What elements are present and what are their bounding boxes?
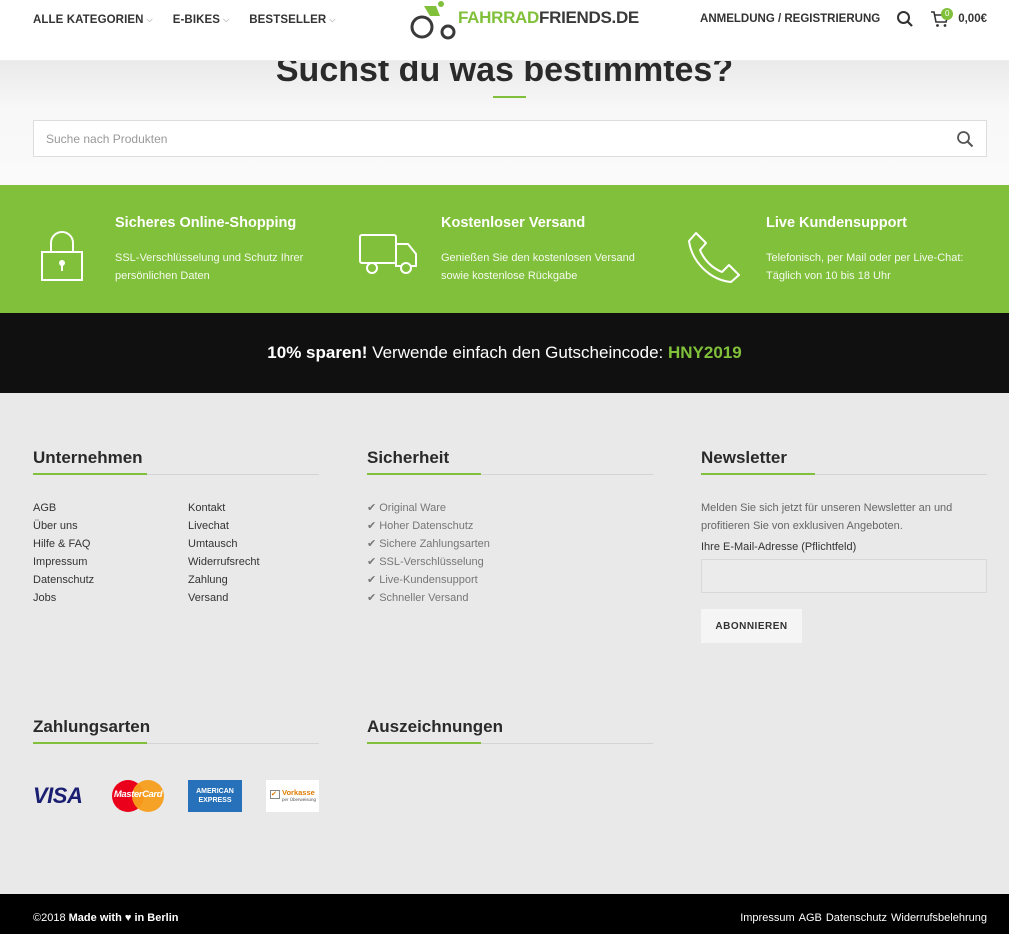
phone-icon (688, 232, 740, 283)
copyright: ©2018 Made with ♥ in Berlin (33, 912, 179, 924)
features-band: Sicheres Online-Shopping SSL-Verschlüsse… (0, 185, 1009, 313)
nav-bestseller[interactable]: BESTSELLER ⌵ (249, 14, 335, 26)
footer-link-impressum[interactable]: Impressum (33, 553, 188, 571)
search-submit-button[interactable] (956, 130, 974, 148)
logo-text: FAHRRADFRIENDS.DE (458, 8, 639, 27)
coupon-code: HNY2019 (668, 343, 742, 362)
footer-link-exchange[interactable]: Umtausch (188, 535, 260, 553)
feature-secure-shopping: Sicheres Online-Shopping SSL-Verschlüsse… (0, 185, 336, 313)
chevron-down-icon: ⌵ (329, 15, 336, 24)
checkmark-icon: ✔ (367, 574, 377, 586)
coupon-banner: 10% sparen! Verwende einfach den Gutsche… (0, 313, 1009, 393)
footer-link-shipping[interactable]: Versand (188, 589, 260, 607)
bottom-link-agb[interactable]: AGB (799, 912, 822, 924)
list-item: ✔ SSL-Verschlüsselung (367, 556, 484, 568)
email-label: Ihre E-Mail-Adresse (Pflichtfeld) (701, 541, 857, 553)
section-divider (33, 742, 319, 744)
search-icon (957, 131, 974, 148)
legal-links: Impressum AGB Datenschutz Widerrufsbeleh… (740, 912, 987, 924)
footer-link-livechat[interactable]: Livechat (188, 517, 260, 535)
checkmark-icon: ✔ (367, 520, 377, 532)
site-footer: Unternehmen AGB Über uns Hilfe & FAQ Imp… (0, 393, 1009, 894)
list-item: ✔ Hoher Datenschutz (367, 520, 474, 532)
amex-logo: AMERICAN EXPRESS (188, 780, 242, 812)
list-item: ✔ Original Ware (367, 502, 447, 514)
header-actions: ANMELDUNG / REGISTRIERUNG 0 0,00€ (700, 8, 987, 28)
bottom-link-datenschutz[interactable]: Datenschutz (826, 912, 887, 924)
bottom-link-impressum[interactable]: Impressum (740, 912, 794, 924)
footer-link-about[interactable]: Über uns (33, 517, 188, 535)
product-search-input[interactable] (34, 121, 914, 156)
footer-company: Unternehmen AGB Über uns Hilfe & FAQ Imp… (33, 448, 319, 607)
footer-link-contact[interactable]: Kontakt (188, 499, 260, 517)
footer-link-jobs[interactable]: Jobs (33, 589, 188, 607)
nav-e-bikes[interactable]: E-BIKES ⌵ (173, 14, 230, 26)
main-nav: ALLE KATEGORIEN ⌵ E-BIKES ⌵ BESTSELLER ⌵ (33, 14, 335, 26)
footer-link-withdrawal[interactable]: Widerrufsrecht (188, 553, 260, 571)
nav-all-categories[interactable]: ALLE KATEGORIEN ⌵ (33, 14, 153, 26)
bottom-link-widerrufsbelehrung[interactable]: Widerrufsbelehrung (891, 912, 987, 924)
site-logo[interactable]: FAHRRADFRIENDS.DE (410, 0, 639, 44)
search-title: Suchst du was bestimmtes? (275, 61, 734, 89)
footer-link-agb[interactable]: AGB (33, 499, 188, 517)
lock-icon (41, 231, 83, 281)
checkmark-icon: ✔ (367, 592, 377, 604)
list-item: ✔ Sichere Zahlungsarten (367, 538, 490, 550)
footer-payments: Zahlungsarten VISA MasterCard AMERICAN E… (33, 717, 319, 812)
footer-link-help-faq[interactable]: Hilfe & FAQ (33, 535, 188, 553)
section-divider (367, 473, 653, 475)
footer-awards: Auszeichnungen (367, 717, 653, 744)
product-search-box (33, 120, 987, 157)
checkmark-icon: ✔ (367, 502, 377, 514)
newsletter-email-input[interactable] (701, 559, 987, 593)
cart-count-badge: 0 (941, 8, 954, 20)
search-section: Suchst du was bestimmtes? (0, 61, 1009, 185)
footer-link-payment[interactable]: Zahlung (188, 571, 260, 589)
login-register-link[interactable]: ANMELDUNG / REGISTRIERUNG (700, 13, 880, 25)
checkmark-icon: ✔ (367, 556, 377, 568)
checkbox-icon: ✔ (270, 790, 280, 799)
chevron-down-icon: ⌵ (223, 15, 230, 24)
footer-newsletter: Newsletter Melden Sie sich jetzt für uns… (701, 448, 987, 643)
cart-total: 0,00€ (958, 13, 987, 25)
site-header: ALLE KATEGORIEN ⌵ E-BIKES ⌵ BESTSELLER ⌵… (0, 0, 1009, 61)
checkmark-icon: ✔ (367, 538, 377, 550)
truck-icon (359, 234, 417, 274)
section-divider (33, 473, 319, 475)
bottom-bar: ©2018 Made with ♥ in Berlin Impressum AG… (0, 894, 1009, 934)
footer-security: Sicherheit ✔ Original Ware ✔ Hoher Datensc… (367, 448, 653, 607)
list-item: ✔ Schneller Versand (367, 592, 469, 604)
title-underline (493, 96, 526, 98)
search-icon[interactable] (896, 10, 914, 28)
section-divider (367, 742, 653, 744)
footer-link-datenschutz[interactable]: Datenschutz (33, 571, 188, 589)
section-divider (701, 473, 987, 475)
list-item: ✔ Live-Kundensupport (367, 574, 478, 586)
bicycle-logo-icon (410, 1, 456, 40)
visa-logo: VISA (33, 783, 83, 808)
cart-button[interactable]: 0 0,00€ (930, 8, 987, 28)
vorkasse-logo: ✔ Vorkasse per Überweisung (266, 780, 319, 812)
feature-free-shipping: Kostenloser Versand Genießen Sie den kos… (336, 185, 672, 313)
subscribe-button[interactable]: ABONNIEREN (701, 609, 802, 643)
heart-icon: ♥ (124, 912, 132, 924)
mastercard-logo: MasterCard (112, 780, 164, 812)
feature-live-support: Live Kundensupport Telefonisch, per Mail… (672, 185, 1009, 313)
chevron-down-icon: ⌵ (146, 15, 153, 24)
